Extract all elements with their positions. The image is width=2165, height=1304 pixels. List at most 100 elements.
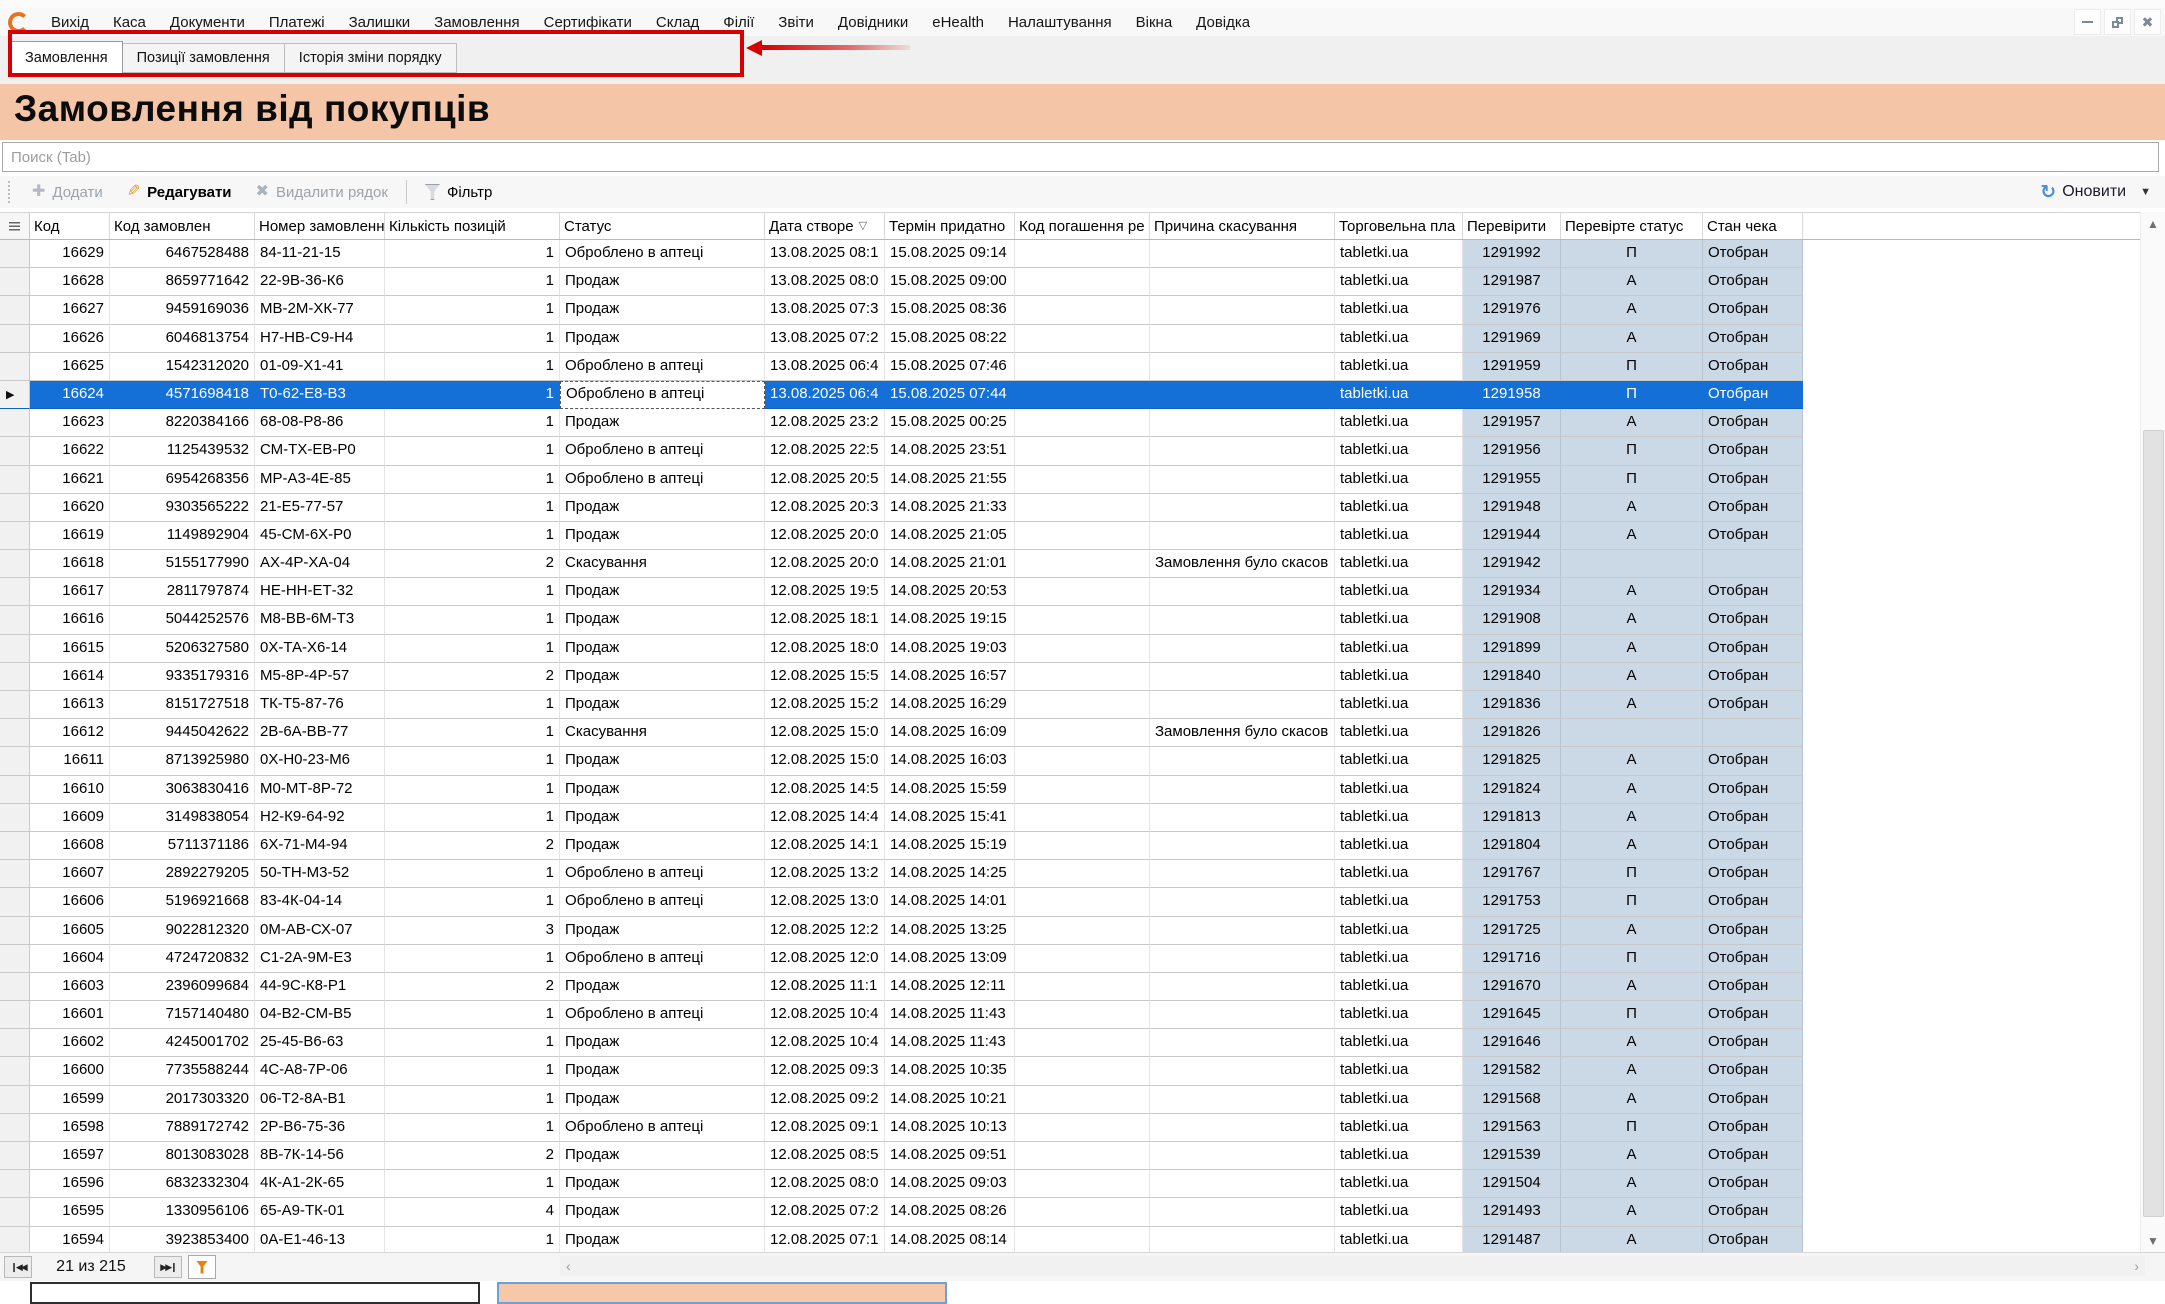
table-row[interactable]: 166138151727518ТК-Т5-87-761Продаж12.08.2… xyxy=(0,691,2141,719)
column-header-10[interactable]: Торговельна пла xyxy=(1335,213,1463,239)
column-header-7[interactable]: Термін придатно xyxy=(885,213,1015,239)
add-button[interactable]: ✚ Додати xyxy=(20,178,115,206)
column-header-5[interactable]: Статус xyxy=(560,213,765,239)
menu-item-eHealth[interactable]: eHealth xyxy=(920,11,996,34)
menu-item-Документи[interactable]: Документи xyxy=(158,11,257,34)
column-header-6[interactable]: Дата створе▽ xyxy=(765,213,885,239)
menu-item-Склад[interactable]: Склад xyxy=(644,11,711,34)
table-row[interactable]: 166185155177990АХ-4Р-ХА-042Скасування12.… xyxy=(0,550,2141,578)
cell: П xyxy=(1561,888,1703,916)
delete-row-button[interactable]: ✖ Видалити рядок xyxy=(244,178,400,206)
chevron-down-icon[interactable]: ▼ xyxy=(2140,186,2151,198)
table-row[interactable]: 16606519692166883-4К-04-141Оброблено в а… xyxy=(0,888,2141,916)
table-row[interactable]: 16595133095610665-А9-ТК-014Продаж12.08.2… xyxy=(0,1198,2141,1226)
close-button[interactable]: ✖ xyxy=(2134,9,2161,35)
table-row[interactable]: 166165044252576М8-ВВ-6М-Т31Продаж12.08.2… xyxy=(0,606,2141,634)
table-row[interactable]: 16599201730332006-Т2-8А-В11Продаж12.08.2… xyxy=(0,1086,2141,1114)
table-row[interactable]: 16623822038416668-08-Р8-861Продаж12.08.2… xyxy=(0,409,2141,437)
search-input[interactable] xyxy=(2,142,2159,172)
table-row[interactable]: 166279459169036МВ-2М-ХК-771Продаж13.08.2… xyxy=(0,296,2141,324)
table-row[interactable]: 1659439238534000А-Е1-46-131Продаж12.08.2… xyxy=(0,1227,2141,1253)
column-header-13[interactable]: Стан чека xyxy=(1703,213,1803,239)
column-header-4[interactable]: Кількість позицій xyxy=(385,213,560,239)
table-row[interactable]: 166172811797874НЕ-НН-ЕТ-321Продаж12.08.2… xyxy=(0,578,2141,606)
tab-1[interactable]: Замовлення xyxy=(10,41,123,75)
menu-item-Каса[interactable]: Каса xyxy=(101,11,158,34)
minimize-button[interactable] xyxy=(2074,9,2101,35)
table-row[interactable]: 1659780130830288В-7К-14-562Продаж12.08.2… xyxy=(0,1142,2141,1170)
tab-2[interactable]: Позиції замовлення xyxy=(123,43,285,73)
column-header-1[interactable]: Код xyxy=(30,213,110,239)
table-row[interactable]: 166221125439532СМ-ТХ-ЕВ-Р01Оброблено в а… xyxy=(0,437,2141,465)
vertical-scrollbar[interactable]: ▲ ▼ xyxy=(2140,212,2165,1252)
scroll-up-icon[interactable]: ▲ xyxy=(2141,212,2165,235)
scroll-right-icon[interactable]: › xyxy=(2134,1258,2139,1274)
menu-item-Налаштування[interactable]: Налаштування xyxy=(996,11,1124,34)
cell xyxy=(1015,522,1150,550)
table-row[interactable]: 1661294450426222В-6А-ВВ-771Скасування12.… xyxy=(0,719,2141,747)
table-row[interactable]: 16619114989290445-СМ-6Х-Р01Продаж12.08.2… xyxy=(0,522,2141,550)
table-row[interactable]: 1661552063275800Х-ТА-Х6-141Продаж12.08.2… xyxy=(0,635,2141,663)
table-row[interactable]: 16602424500170225-45-В6-631Продаж12.08.2… xyxy=(0,1029,2141,1057)
table-row[interactable]: 16628865977164222-9B-36-К61Продаж13.08.2… xyxy=(0,268,2141,296)
table-row[interactable]: 1659668323323044К-А1-2К-651Продаж12.08.2… xyxy=(0,1170,2141,1198)
table-row[interactable]: 166103063830416М0-МТ-8Р-721Продаж12.08.2… xyxy=(0,776,2141,804)
cell: Продаж xyxy=(560,776,765,804)
menu-item-Звіти[interactable]: Звіти xyxy=(766,11,826,34)
column-header-12[interactable]: Перевірте статус xyxy=(1561,213,1703,239)
table-row[interactable]: 166149335179316М5-8Р-4Р-572Продаж12.08.2… xyxy=(0,663,2141,691)
restore-button[interactable] xyxy=(2104,9,2131,35)
column-header-2[interactable]: Код замовлен xyxy=(110,213,255,239)
table-row[interactable]: 16620930356522221-Е5-77-571Продаж12.08.2… xyxy=(0,494,2141,522)
table-row[interactable]: 16607289227920550-ТН-М3-521Оброблено в а… xyxy=(0,860,2141,888)
scroll-down-icon[interactable]: ▼ xyxy=(2141,1229,2165,1252)
sort-filter-icon[interactable]: ▽ xyxy=(859,214,867,239)
menu-item-Сертифікати[interactable]: Сертифікати xyxy=(532,11,644,34)
tab-3[interactable]: Історія зміни порядку xyxy=(285,43,457,73)
table-row[interactable]: 16629646752848884-11-21-151Оброблено в а… xyxy=(0,240,2141,268)
cell: П xyxy=(1561,353,1703,381)
table-row[interactable]: 166216954268356МР-А3-4Е-851Оброблено в а… xyxy=(0,466,2141,494)
table-row[interactable]: 1661187139259800Х-Н0-23-М61Продаж12.08.2… xyxy=(0,747,2141,775)
horizontal-scrollbar[interactable]: ‹ › xyxy=(560,1256,2145,1276)
table-row[interactable]: 166044724720832С1-2А-9М-Е31Оброблено в а… xyxy=(0,945,2141,973)
table-row[interactable]: 1659878891727422Р-В6-75-361Оброблено в а… xyxy=(0,1114,2141,1142)
pager-last-button[interactable]: ▶▶❙ xyxy=(154,1256,182,1278)
table-row[interactable]: 16601715714048004-В2-СМ-В51Оброблено в а… xyxy=(0,1001,2141,1029)
table-row[interactable]: 1660590228123200М-АВ-СХ-073Продаж12.08.2… xyxy=(0,917,2141,945)
table-row[interactable]: 1660077355882444С-А8-7Р-061Продаж12.08.2… xyxy=(0,1057,2141,1085)
bottom-tab-1[interactable] xyxy=(30,1282,480,1304)
menu-item-Довідка[interactable]: Довідка xyxy=(1184,11,1262,34)
grid-header: КодКод замовленНомер замовленнКількість … xyxy=(0,213,2141,240)
column-header-9[interactable]: Причина скасування xyxy=(1150,213,1335,239)
cell: Скасування xyxy=(560,719,765,747)
table-row[interactable]: 166093149838054Н2-К9-64-921Продаж12.08.2… xyxy=(0,804,2141,832)
vertical-scrollbar-thumb[interactable] xyxy=(2143,430,2164,1217)
pager-first-button[interactable]: ❙◀◀ xyxy=(4,1256,32,1278)
menu-item-Залишки[interactable]: Залишки xyxy=(337,11,423,34)
menu-item-Вікна[interactable]: Вікна xyxy=(1124,11,1185,34)
column-header-3[interactable]: Номер замовленн xyxy=(255,213,385,239)
cell: Отобран xyxy=(1703,1198,1803,1226)
table-row[interactable]: 16603239609968444-9С-К8-Р12Продаж12.08.2… xyxy=(0,973,2141,1001)
column-header-8[interactable]: Код погашення ре xyxy=(1015,213,1150,239)
cell xyxy=(1015,635,1150,663)
scroll-left-icon[interactable]: ‹ xyxy=(566,1258,571,1274)
table-row[interactable]: ▶166244571698418Т0-62-Е8-В31Оброблено в … xyxy=(0,381,2141,409)
menu-item-Замовлення[interactable]: Замовлення xyxy=(422,11,531,34)
table-row[interactable]: 1660857113711866Х-71-М4-942Продаж12.08.2… xyxy=(0,832,2141,860)
menu-item-Довідники[interactable]: Довідники xyxy=(826,11,920,34)
filter-button[interactable]: Фільтр xyxy=(413,178,504,206)
edit-button[interactable]: ✎ Редагувати xyxy=(115,178,244,206)
table-row[interactable]: 16625154231202001-09-Х1-411Оброблено в а… xyxy=(0,353,2141,381)
column-header-11[interactable]: Перевірити xyxy=(1463,213,1561,239)
column-chooser-icon[interactable] xyxy=(0,213,30,239)
row-marker xyxy=(0,268,30,296)
menu-item-Платежі[interactable]: Платежі xyxy=(257,11,337,34)
refresh-button[interactable]: Оновити xyxy=(2062,183,2126,201)
table-row[interactable]: 166266046813754Н7-НВ-С9-Н41Продаж13.08.2… xyxy=(0,325,2141,353)
menu-item-Вихід[interactable]: Вихід xyxy=(39,11,101,34)
bottom-tab-2[interactable] xyxy=(497,1282,947,1304)
grid-filter-button[interactable] xyxy=(188,1255,216,1279)
menu-item-Філії[interactable]: Філії xyxy=(711,11,766,34)
